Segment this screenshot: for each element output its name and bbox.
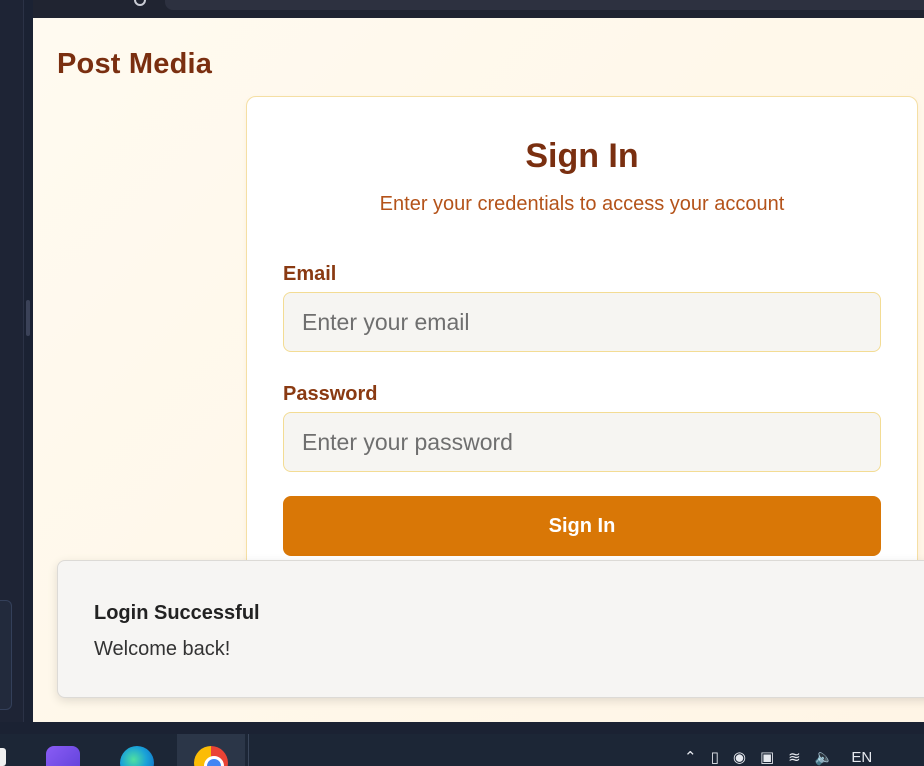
system-tray: ⌃ ▯ ◉ ▣ ≋ 🔈 EN (684, 748, 872, 766)
copilot-icon[interactable] (46, 746, 80, 766)
battery-icon[interactable]: ▯ (711, 748, 719, 766)
reload-icon[interactable] (134, 0, 146, 6)
edge-icon[interactable] (120, 746, 154, 766)
email-field[interactable] (283, 292, 881, 352)
volume-icon[interactable]: 🔈 (815, 748, 834, 766)
taskbar-app-icon-partial[interactable] (0, 748, 6, 766)
email-label: Email (283, 263, 337, 285)
language-indicator[interactable]: EN (851, 749, 872, 766)
background-panel (0, 600, 12, 710)
toast-description: Welcome back! (94, 638, 231, 660)
taskbar-divider (248, 734, 249, 766)
chevron-up-icon[interactable]: ⌃ (684, 748, 697, 766)
signin-button[interactable]: Sign In (283, 496, 881, 556)
background-window-edge (0, 0, 30, 722)
browser-toolbar (33, 0, 924, 18)
signin-title: Sign In (525, 137, 639, 175)
password-label: Password (283, 383, 378, 405)
taskbar: ⌃ ▯ ◉ ▣ ≋ 🔈 EN (0, 734, 924, 766)
toast-notification[interactable]: Login Successful Welcome back! (57, 560, 924, 698)
wifi-icon[interactable]: ≋ (788, 748, 801, 766)
brand-logo-text[interactable]: Post Media (57, 48, 212, 81)
window-resize-grip[interactable] (26, 300, 30, 336)
display-icon[interactable]: ▣ (760, 748, 774, 766)
signin-subtitle: Enter your credentials to access your ac… (379, 193, 785, 215)
password-field[interactable] (283, 412, 881, 472)
defender-icon[interactable]: ◉ (733, 748, 746, 766)
address-bar[interactable] (165, 0, 924, 10)
toast-title: Login Successful (94, 602, 260, 624)
